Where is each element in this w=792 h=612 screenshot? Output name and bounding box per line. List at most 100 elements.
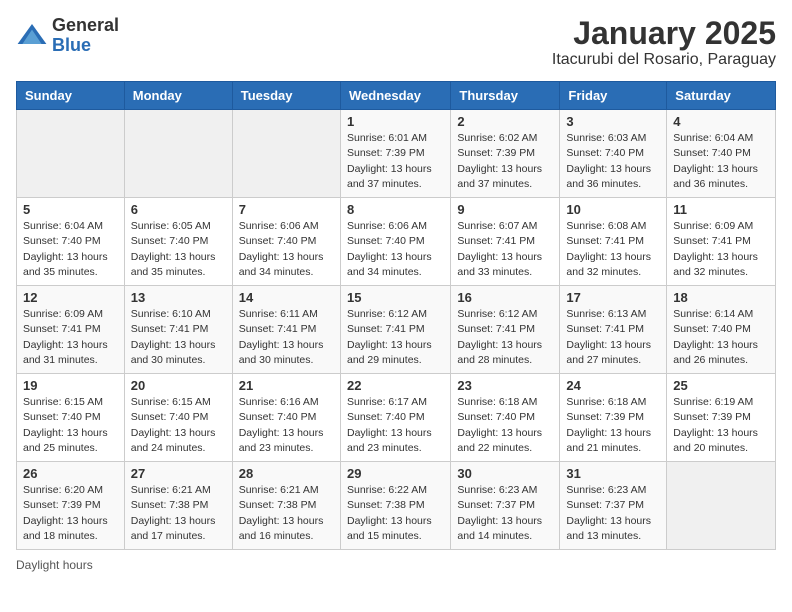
calendar-cell: 24Sunrise: 6:18 AM Sunset: 7:39 PM Dayli… <box>560 374 667 462</box>
calendar-cell: 8Sunrise: 6:06 AM Sunset: 7:40 PM Daylig… <box>340 198 450 286</box>
day-info: Sunrise: 6:15 AM Sunset: 7:40 PM Dayligh… <box>23 395 118 456</box>
day-info: Sunrise: 6:08 AM Sunset: 7:41 PM Dayligh… <box>566 219 660 280</box>
day-number: 14 <box>239 290 334 305</box>
day-info: Sunrise: 6:04 AM Sunset: 7:40 PM Dayligh… <box>23 219 118 280</box>
day-info: Sunrise: 6:18 AM Sunset: 7:39 PM Dayligh… <box>566 395 660 456</box>
day-info: Sunrise: 6:04 AM Sunset: 7:40 PM Dayligh… <box>673 131 769 192</box>
day-number: 30 <box>457 466 553 481</box>
day-number: 1 <box>347 114 444 129</box>
day-info: Sunrise: 6:19 AM Sunset: 7:39 PM Dayligh… <box>673 395 769 456</box>
calendar-cell <box>17 110 125 198</box>
calendar-cell: 21Sunrise: 6:16 AM Sunset: 7:40 PM Dayli… <box>232 374 340 462</box>
calendar-cell <box>667 462 776 550</box>
day-info: Sunrise: 6:12 AM Sunset: 7:41 PM Dayligh… <box>457 307 553 368</box>
day-info: Sunrise: 6:22 AM Sunset: 7:38 PM Dayligh… <box>347 483 444 544</box>
calendar-cell: 29 Sunrise: 6:22 AM Sunset: 7:38 PM Dayli… <box>340 462 450 550</box>
week-row-5: 26 Sunrise: 6:20 AM Sunset: 7:39 PM Dayli… <box>17 462 776 550</box>
week-row-2: 5 Sunrise: 6:04 AM Sunset: 7:40 PM Daylig… <box>17 198 776 286</box>
day-number: 23 <box>457 378 553 393</box>
calendar-cell: 27Sunrise: 6:21 AM Sunset: 7:38 PM Dayli… <box>124 462 232 550</box>
calendar-cell: 19 Sunrise: 6:15 AM Sunset: 7:40 PM Dayli… <box>17 374 125 462</box>
calendar-cell: 5 Sunrise: 6:04 AM Sunset: 7:40 PM Daylig… <box>17 198 125 286</box>
calendar-cell: 3 Sunrise: 6:03 AM Sunset: 7:40 PM Daylig… <box>560 110 667 198</box>
day-info: Sunrise: 6:15 AM Sunset: 7:40 PM Dayligh… <box>131 395 226 456</box>
day-number: 26 <box>23 466 118 481</box>
day-info: Sunrise: 6:18 AM Sunset: 7:40 PM Dayligh… <box>457 395 553 456</box>
calendar-cell: 15 Sunrise: 6:12 AM Sunset: 7:41 PM Dayli… <box>340 286 450 374</box>
week-row-4: 19 Sunrise: 6:15 AM Sunset: 7:40 PM Dayli… <box>17 374 776 462</box>
calendar-cell: 14Sunrise: 6:11 AM Sunset: 7:41 PM Dayli… <box>232 286 340 374</box>
column-header-thursday: Thursday <box>451 82 560 110</box>
calendar-cell: 31 Sunrise: 6:23 AM Sunset: 7:37 PM Dayli… <box>560 462 667 550</box>
calendar-cell: 11Sunrise: 6:09 AM Sunset: 7:41 PM Dayli… <box>667 198 776 286</box>
day-info: Sunrise: 6:01 AM Sunset: 7:39 PM Dayligh… <box>347 131 444 192</box>
day-number: 12 <box>23 290 118 305</box>
calendar-cell: 2 Sunrise: 6:02 AM Sunset: 7:39 PM Daylig… <box>451 110 560 198</box>
day-number: 9 <box>457 202 553 217</box>
day-number: 18 <box>673 290 769 305</box>
day-number: 27 <box>131 466 226 481</box>
logo: General Blue <box>16 16 119 56</box>
calendar-cell: 1 Sunrise: 6:01 AM Sunset: 7:39 PM Daylig… <box>340 110 450 198</box>
calendar-cell: 10 Sunrise: 6:08 AM Sunset: 7:41 PM Dayli… <box>560 198 667 286</box>
page-header: General Blue January 2025 Itacurubi del … <box>16 16 776 69</box>
footer-label: Daylight hours <box>16 558 93 572</box>
day-info: Sunrise: 6:12 AM Sunset: 7:41 PM Dayligh… <box>347 307 444 368</box>
calendar-cell: 17 Sunrise: 6:13 AM Sunset: 7:41 PM Dayli… <box>560 286 667 374</box>
day-number: 10 <box>566 202 660 217</box>
day-info: Sunrise: 6:23 AM Sunset: 7:37 PM Dayligh… <box>457 483 553 544</box>
day-number: 8 <box>347 202 444 217</box>
day-number: 31 <box>566 466 660 481</box>
day-info: Sunrise: 6:20 AM Sunset: 7:39 PM Dayligh… <box>23 483 118 544</box>
day-number: 29 <box>347 466 444 481</box>
day-info: Sunrise: 6:07 AM Sunset: 7:41 PM Dayligh… <box>457 219 553 280</box>
column-header-wednesday: Wednesday <box>340 82 450 110</box>
calendar-table: SundayMondayTuesdayWednesdayThursdayFrid… <box>16 81 776 550</box>
day-info: Sunrise: 6:02 AM Sunset: 7:39 PM Dayligh… <box>457 131 553 192</box>
day-number: 2 <box>457 114 553 129</box>
day-info: Sunrise: 6:09 AM Sunset: 7:41 PM Dayligh… <box>673 219 769 280</box>
column-header-sunday: Sunday <box>17 82 125 110</box>
calendar-cell: 13Sunrise: 6:10 AM Sunset: 7:41 PM Dayli… <box>124 286 232 374</box>
day-number: 17 <box>566 290 660 305</box>
calendar-header-row: SundayMondayTuesdayWednesdayThursdayFrid… <box>17 82 776 110</box>
calendar-cell: 25 Sunrise: 6:19 AM Sunset: 7:39 PM Dayli… <box>667 374 776 462</box>
logo-text: General Blue <box>52 16 119 56</box>
calendar-cell: 22 Sunrise: 6:17 AM Sunset: 7:40 PM Dayli… <box>340 374 450 462</box>
day-number: 3 <box>566 114 660 129</box>
day-number: 25 <box>673 378 769 393</box>
calendar-cell: 20 Sunrise: 6:15 AM Sunset: 7:40 PM Dayli… <box>124 374 232 462</box>
day-number: 19 <box>23 378 118 393</box>
day-number: 20 <box>131 378 226 393</box>
calendar-cell: 16Sunrise: 6:12 AM Sunset: 7:41 PM Dayli… <box>451 286 560 374</box>
calendar-cell: 23 Sunrise: 6:18 AM Sunset: 7:40 PM Dayli… <box>451 374 560 462</box>
column-header-friday: Friday <box>560 82 667 110</box>
day-info: Sunrise: 6:03 AM Sunset: 7:40 PM Dayligh… <box>566 131 660 192</box>
day-number: 6 <box>131 202 226 217</box>
title-block: January 2025 Itacurubi del Rosario, Para… <box>552 16 776 69</box>
day-number: 13 <box>131 290 226 305</box>
calendar-cell: 7Sunrise: 6:06 AM Sunset: 7:40 PM Daylig… <box>232 198 340 286</box>
calendar-cell <box>124 110 232 198</box>
column-header-saturday: Saturday <box>667 82 776 110</box>
column-header-tuesday: Tuesday <box>232 82 340 110</box>
day-number: 7 <box>239 202 334 217</box>
logo-blue: Blue <box>52 35 91 55</box>
day-info: Sunrise: 6:17 AM Sunset: 7:40 PM Dayligh… <box>347 395 444 456</box>
day-number: 15 <box>347 290 444 305</box>
day-number: 4 <box>673 114 769 129</box>
day-info: Sunrise: 6:23 AM Sunset: 7:37 PM Dayligh… <box>566 483 660 544</box>
day-number: 22 <box>347 378 444 393</box>
day-number: 21 <box>239 378 334 393</box>
calendar-cell: 6Sunrise: 6:05 AM Sunset: 7:40 PM Daylig… <box>124 198 232 286</box>
day-info: Sunrise: 6:14 AM Sunset: 7:40 PM Dayligh… <box>673 307 769 368</box>
day-info: Sunrise: 6:13 AM Sunset: 7:41 PM Dayligh… <box>566 307 660 368</box>
week-row-3: 12Sunrise: 6:09 AM Sunset: 7:41 PM Dayli… <box>17 286 776 374</box>
calendar-title: January 2025 <box>552 16 776 51</box>
logo-icon <box>16 20 48 52</box>
calendar-cell: 4 Sunrise: 6:04 AM Sunset: 7:40 PM Daylig… <box>667 110 776 198</box>
day-number: 5 <box>23 202 118 217</box>
day-number: 28 <box>239 466 334 481</box>
calendar-subtitle: Itacurubi del Rosario, Paraguay <box>552 51 776 69</box>
calendar-cell: 28Sunrise: 6:21 AM Sunset: 7:38 PM Dayli… <box>232 462 340 550</box>
